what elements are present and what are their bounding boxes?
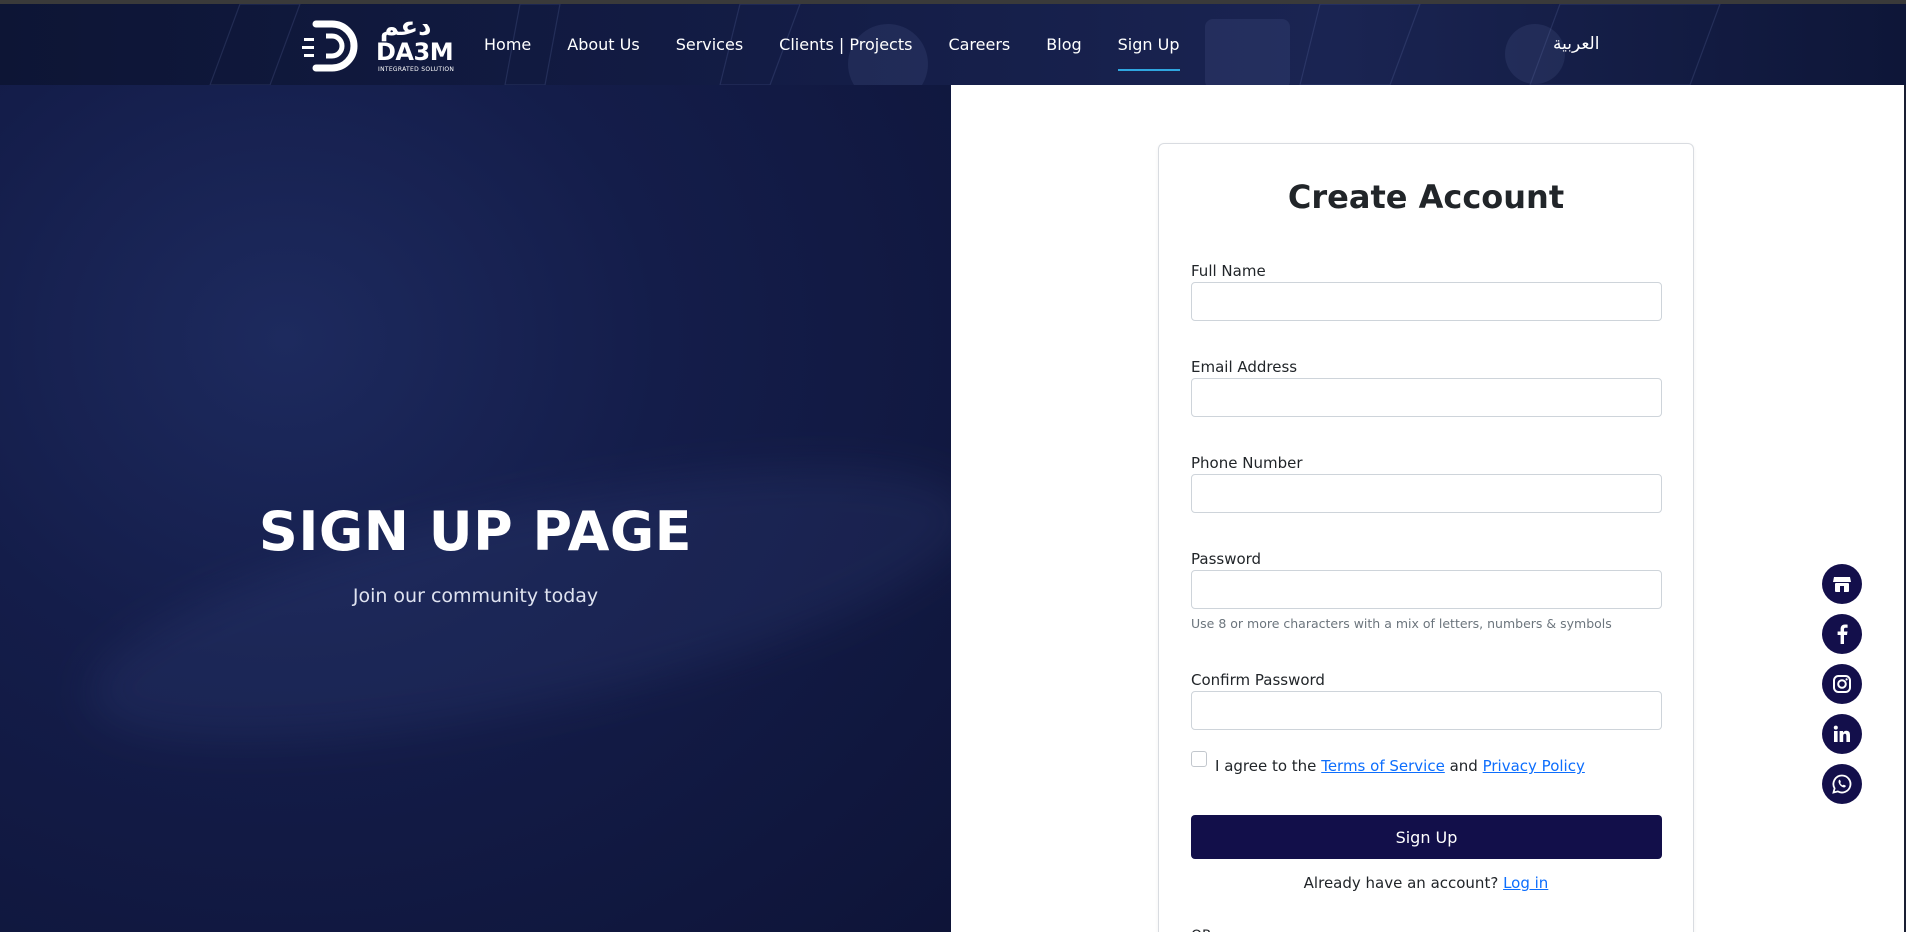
terms-checkbox[interactable] [1191, 751, 1207, 767]
phone-input[interactable] [1191, 474, 1662, 513]
terms-text: I agree to the Terms of Service and Priv… [1215, 757, 1585, 775]
login-prompt-text: Already have an account? [1303, 874, 1499, 892]
password-input[interactable] [1191, 570, 1662, 609]
terms-of-service-link[interactable]: Terms of Service [1321, 757, 1445, 775]
logo-mark-icon [302, 20, 358, 72]
email-label: Email Address [1191, 358, 1298, 376]
hero-subtitle: Join our community today [352, 585, 599, 607]
terms-prefix: I agree to the [1215, 757, 1317, 775]
terms-and: and [1449, 757, 1478, 775]
store-icon [1833, 577, 1851, 592]
phone-label: Phone Number [1191, 454, 1303, 472]
instagram-button[interactable] [1822, 664, 1862, 704]
hero-title: SIGN UP PAGE [258, 500, 693, 563]
linkedin-icon [1833, 725, 1850, 742]
confirm-password-label: Confirm Password [1191, 671, 1325, 689]
nav-link-sign-up[interactable]: Sign Up [1117, 4, 1180, 85]
facebook-icon [1837, 624, 1848, 644]
create-account-card: Create Account Full Name Email Address P… [1158, 143, 1694, 932]
whatsapp-button[interactable] [1822, 764, 1862, 804]
privacy-policy-link[interactable]: Privacy Policy [1483, 757, 1585, 775]
main-nav: Home About Us Services Clients | Project… [484, 4, 1216, 85]
nav-link-home[interactable]: Home [484, 4, 531, 85]
confirm-password-input[interactable] [1191, 691, 1662, 730]
facebook-button[interactable] [1822, 614, 1862, 654]
logo-tagline: INTEGRATED SOLUTION [378, 66, 455, 73]
nav-link-services[interactable]: Services [676, 4, 743, 85]
da3m-logo[interactable]: دعم DA3M INTEGRATED SOLUTION [302, 12, 455, 74]
navbar: دعم DA3M INTEGRATED SOLUTION Home About … [0, 4, 1906, 85]
instagram-icon [1833, 675, 1851, 693]
logo-wordmark: DA3M [376, 38, 454, 66]
log-in-link[interactable]: Log in [1503, 874, 1548, 892]
nav-link-clients-projects[interactable]: Clients | Projects [779, 4, 912, 85]
full-name-label: Full Name [1191, 262, 1266, 280]
full-name-input[interactable] [1191, 282, 1662, 321]
hero-panel: SIGN UP PAGE Join our community today [0, 85, 951, 932]
login-prompt: Already have an account? Log in [1159, 874, 1693, 892]
store-button[interactable] [1822, 564, 1862, 604]
whatsapp-icon [1832, 774, 1852, 794]
or-divider: OR [1191, 928, 1212, 932]
sign-up-button[interactable]: Sign Up [1191, 815, 1662, 859]
terms-agreement: I agree to the Terms of Service and Priv… [1191, 749, 1585, 775]
linkedin-button[interactable] [1822, 714, 1862, 754]
language-switch-arabic[interactable]: العربية [1553, 34, 1599, 54]
password-label: Password [1191, 550, 1262, 568]
password-hint: Use 8 or more characters with a mix of l… [1191, 616, 1612, 631]
email-input[interactable] [1191, 378, 1662, 417]
nav-link-blog[interactable]: Blog [1046, 4, 1081, 85]
form-title: Create Account [1287, 178, 1565, 216]
nav-link-about-us[interactable]: About Us [567, 4, 639, 85]
nav-link-careers[interactable]: Careers [948, 4, 1010, 85]
